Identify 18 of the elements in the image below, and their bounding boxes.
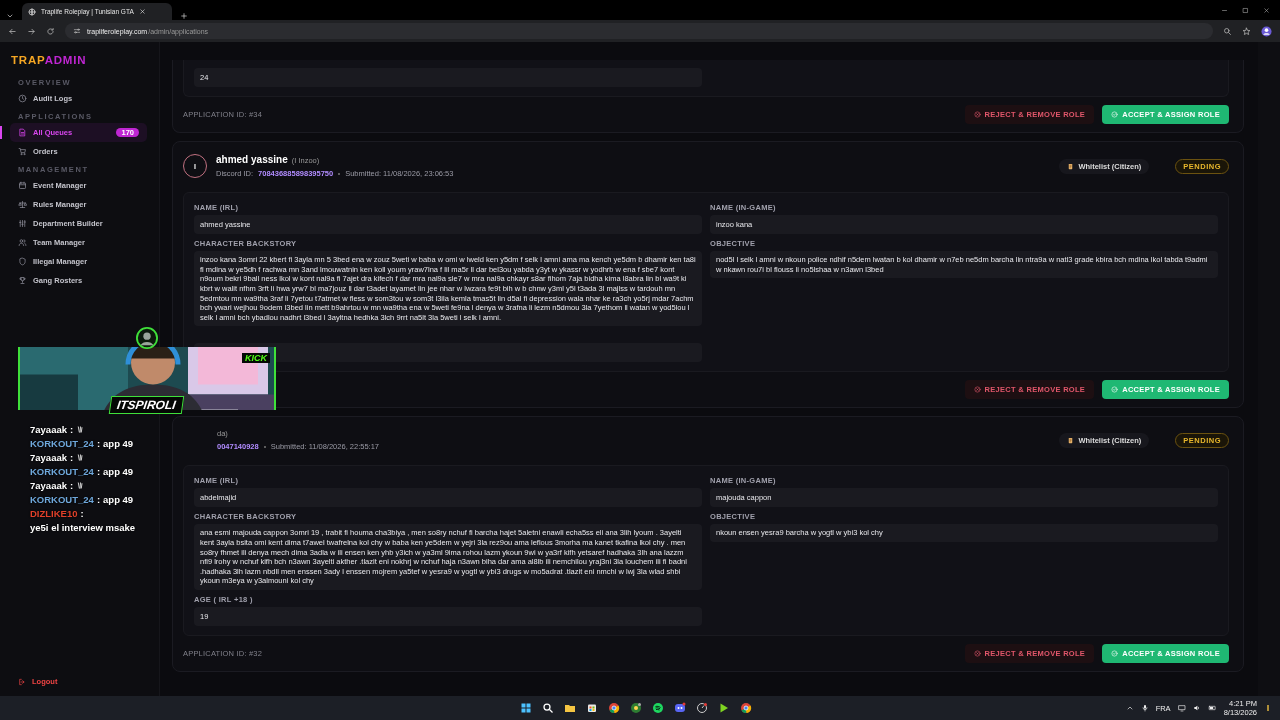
chat-username: KORKOUT_24 bbox=[30, 438, 94, 449]
chat-message: 7ayaaak : bbox=[30, 452, 155, 463]
chat-username: KORKOUT_24 bbox=[30, 466, 94, 477]
chat-username: DIZLIKE10 bbox=[30, 508, 78, 519]
chat-username: 7ayaaak bbox=[30, 424, 67, 435]
app-logo: TRAPADMIN bbox=[10, 53, 88, 68]
chat-message: KORKOUT_24 : app 49 bbox=[30, 494, 135, 505]
chat-username: 7ayaaak bbox=[30, 452, 67, 463]
chat-message: 7ayaaak : bbox=[30, 424, 155, 435]
chat-message: KORKOUT_24 : app 49 bbox=[30, 466, 135, 477]
applicant-name: ahmed yassine bbox=[216, 154, 288, 166]
chat-message: KORKOUT_24 : app 49 bbox=[30, 438, 135, 449]
chat-username: KORKOUT_24 bbox=[30, 494, 94, 505]
streamer-name: ITSPIROLI bbox=[108, 396, 184, 414]
platform-label: KICK bbox=[242, 353, 270, 363]
chat-message: DIZLIKE10 : ye5i el interview msake bbox=[30, 508, 137, 533]
chat-message: 7ayaaak : bbox=[30, 480, 155, 491]
chat-username: 7ayaaak bbox=[30, 480, 67, 491]
